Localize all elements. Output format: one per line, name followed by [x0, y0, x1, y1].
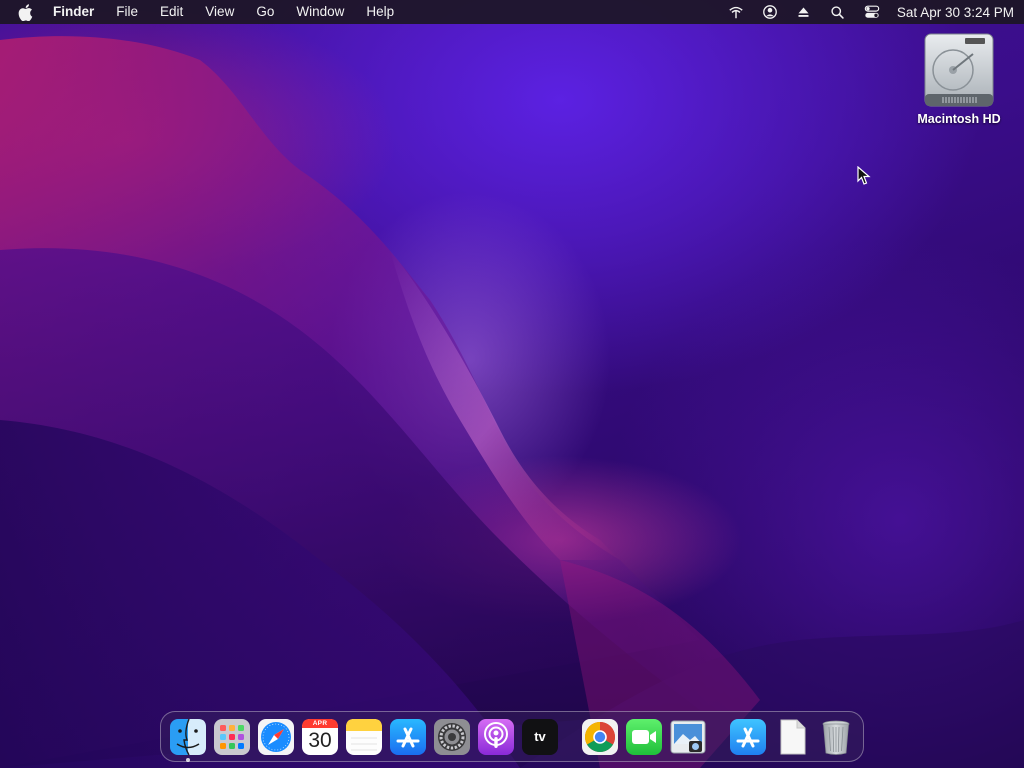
desktop[interactable]: Finder File Edit View Go Window Help Sat…	[0, 0, 1024, 768]
menu-clock[interactable]: Sat Apr 30 3:24 PM	[897, 5, 1014, 20]
dock-chrome[interactable]	[581, 718, 619, 756]
dock: APR 30 tv	[160, 711, 864, 762]
notes-icon	[346, 718, 382, 755]
app-store-icon	[730, 718, 766, 755]
dock-notes[interactable]	[345, 718, 383, 756]
dock-system-preferences[interactable]	[433, 718, 471, 756]
dock-applications-folder[interactable]	[729, 718, 767, 756]
dock-calendar[interactable]: APR 30	[301, 718, 339, 756]
gear-icon	[434, 718, 470, 755]
menu-go[interactable]: Go	[256, 0, 274, 24]
running-indicator	[186, 757, 190, 762]
dock-preview[interactable]	[669, 718, 707, 756]
calendar-month: APR	[312, 719, 328, 727]
preview-icon	[670, 720, 706, 753]
menu-edit[interactable]: Edit	[160, 0, 183, 24]
dock-launchpad[interactable]	[213, 718, 251, 756]
apple-logo-icon[interactable]	[18, 3, 33, 21]
dock-finder[interactable]	[169, 718, 207, 762]
menu-view[interactable]: View	[205, 0, 234, 24]
mouse-pointer-icon	[857, 166, 871, 185]
podcasts-icon	[478, 718, 514, 755]
dock-app-store[interactable]	[389, 718, 427, 756]
document-icon	[780, 719, 806, 754]
dock-trash[interactable]	[817, 718, 855, 756]
menu-help[interactable]: Help	[366, 0, 394, 24]
menu-file[interactable]: File	[116, 0, 138, 24]
wifi-icon[interactable]	[727, 3, 745, 21]
menu-window[interactable]: Window	[296, 0, 344, 24]
dock-apple-tv[interactable]: tv	[521, 718, 559, 756]
app-store-icon	[390, 718, 426, 755]
desktop-item-label: Macintosh HD	[917, 112, 1001, 126]
finder-icon	[170, 718, 206, 755]
eject-icon[interactable]	[795, 3, 813, 21]
user-account-icon[interactable]	[761, 3, 779, 21]
dock-document[interactable]	[773, 718, 811, 756]
dock-facetime[interactable]	[625, 718, 663, 756]
dock-podcasts[interactable]	[477, 718, 515, 756]
launchpad-icon	[214, 718, 250, 755]
control-center-icon[interactable]	[863, 3, 881, 21]
trash-icon	[822, 720, 850, 755]
apple-tv-label: tv	[534, 728, 546, 744]
safari-icon	[258, 718, 294, 755]
dock-safari[interactable]	[257, 718, 295, 756]
hard-drive-icon	[924, 33, 994, 107]
menu-bar-status: Sat Apr 30 3:24 PM	[711, 3, 1014, 21]
menu-bar-left: Finder File Edit View Go Window Help	[18, 0, 416, 24]
chrome-icon	[582, 718, 618, 755]
calendar-day: 30	[308, 728, 332, 752]
menu-app-name[interactable]: Finder	[53, 0, 94, 24]
wallpaper	[0, 36, 1024, 768]
menu-bar: Finder File Edit View Go Window Help Sat…	[0, 0, 1024, 24]
desktop-item-macintosh-hd[interactable]: Macintosh HD	[906, 32, 1012, 126]
spotlight-search-icon[interactable]	[829, 3, 847, 21]
facetime-icon	[626, 718, 662, 755]
